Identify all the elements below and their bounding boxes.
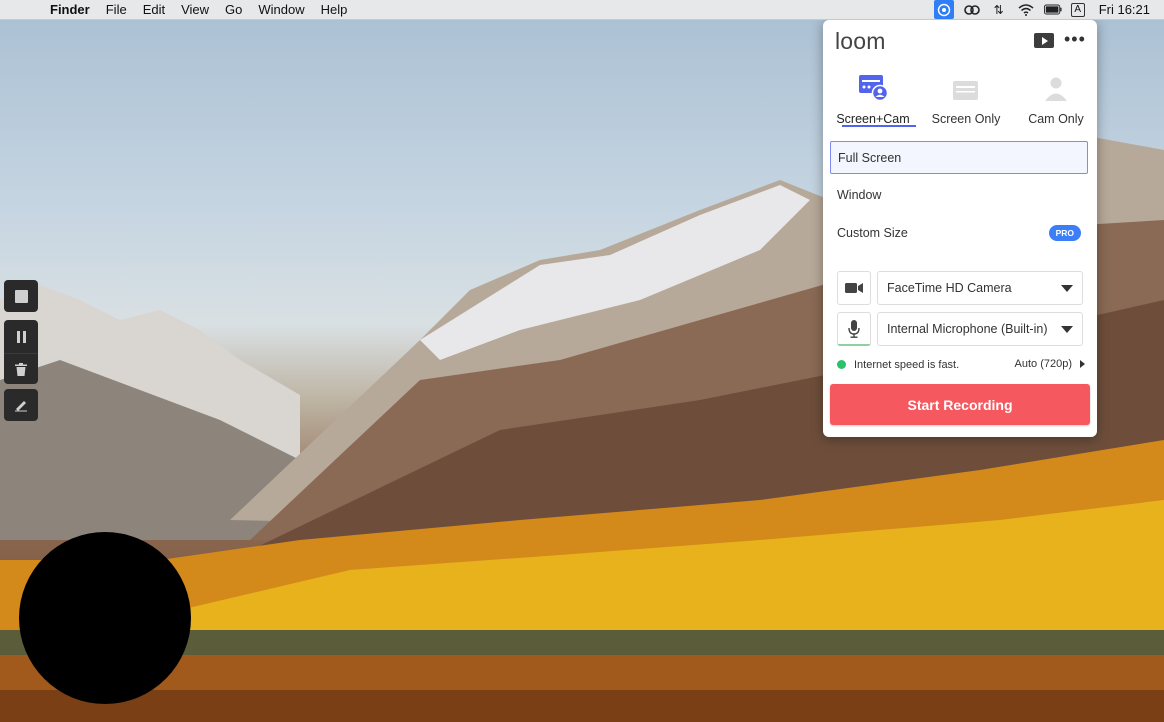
status-ok-icon: [837, 360, 846, 369]
pen-icon: [15, 401, 27, 412]
recording-mode-tabs: Screen+Cam Screen Only Cam Only: [823, 72, 1097, 128]
cam-only-icon: [1011, 72, 1101, 102]
pause-recording-button[interactable]: [4, 320, 38, 353]
my-videos-icon[interactable]: [1034, 33, 1054, 48]
selected-tab-indicator: [842, 125, 916, 127]
mode-label: Cam Only: [1028, 112, 1084, 126]
menu-app-name[interactable]: Finder: [50, 2, 90, 17]
video-camera-icon: [845, 283, 863, 293]
network-activity-icon[interactable]: ⇅: [990, 2, 1008, 18]
microphone-select[interactable]: Internal Microphone (Built-in): [877, 312, 1083, 346]
menu-go[interactable]: Go: [225, 2, 242, 17]
mode-label: Screen Only: [931, 112, 1001, 126]
start-recording-button[interactable]: Start Recording: [830, 384, 1090, 425]
chevron-down-icon: [1061, 285, 1073, 292]
battery-icon[interactable]: [1043, 2, 1062, 18]
camera-toggle-button[interactable]: [837, 271, 871, 305]
more-options-icon[interactable]: •••: [1064, 29, 1086, 50]
menu-file[interactable]: File: [106, 2, 127, 17]
camera-bubble[interactable]: [19, 532, 191, 704]
chevron-down-icon: [1061, 326, 1073, 333]
option-custom-size[interactable]: Custom Size PRO: [830, 216, 1088, 249]
camera-select-value: FaceTime HD Camera: [887, 281, 1012, 295]
pause-icon: [16, 330, 26, 343]
connection-status: Internet speed is fast. Auto (720p): [837, 357, 1085, 373]
chevron-right-icon[interactable]: [1080, 360, 1085, 368]
wifi-icon[interactable]: [1017, 2, 1035, 18]
menu-window[interactable]: Window: [258, 2, 304, 17]
microphone-select-value: Internal Microphone (Built-in): [887, 322, 1048, 336]
trash-icon: [15, 362, 27, 376]
mode-label: Screen+Cam: [836, 112, 910, 126]
menu-help[interactable]: Help: [321, 2, 348, 17]
microphone-icon: [848, 319, 860, 338]
loom-popover: loom ••• Screen+Cam Screen Only Cam Only…: [823, 20, 1097, 437]
screen-only-icon: [921, 72, 1011, 102]
option-label: Window: [837, 187, 882, 202]
tab-screen-only[interactable]: Screen Only: [921, 72, 1011, 126]
menu-view[interactable]: View: [181, 2, 209, 17]
microphone-toggle-button[interactable]: [837, 312, 871, 346]
pro-badge: PRO: [1048, 225, 1081, 241]
stop-icon: [14, 289, 28, 303]
option-window[interactable]: Window: [830, 178, 1088, 211]
stop-recording-button[interactable]: [4, 280, 38, 312]
quality-setting[interactable]: Auto (720p): [1015, 358, 1072, 370]
input-source-icon[interactable]: A: [1070, 2, 1085, 17]
menu-edit[interactable]: Edit: [143, 2, 165, 17]
loom-menubar-icon[interactable]: [933, 0, 954, 19]
menu-bar: Finder File Edit View Go Window Help ⇅ A…: [0, 0, 1164, 20]
status-text: Internet speed is fast.: [854, 359, 960, 371]
tab-cam-only[interactable]: Cam Only: [1011, 72, 1101, 126]
option-label: Full Screen: [838, 150, 902, 165]
menubar-clock[interactable]: Fri 16:21: [1099, 2, 1150, 17]
loom-logo: loom: [835, 28, 886, 54]
option-label: Custom Size: [837, 225, 908, 240]
creative-cloud-icon[interactable]: [963, 2, 981, 18]
screen-cam-icon: [828, 72, 918, 102]
drawing-tool-button[interactable]: [4, 389, 38, 421]
delete-recording-button[interactable]: [4, 353, 38, 384]
option-full-screen[interactable]: Full Screen: [830, 141, 1088, 174]
camera-select[interactable]: FaceTime HD Camera: [877, 271, 1083, 305]
tab-screen-cam[interactable]: Screen+Cam: [828, 72, 918, 127]
